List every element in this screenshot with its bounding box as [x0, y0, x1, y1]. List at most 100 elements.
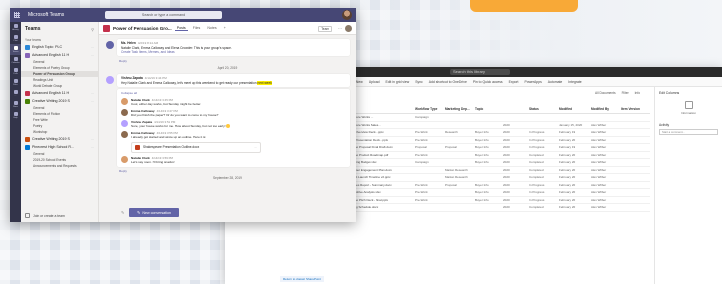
tab-files[interactable]: Files — [191, 26, 203, 30]
channel-item[interactable]: Announcements and Requests — [21, 163, 98, 169]
tab-posts[interactable]: Posts — [174, 26, 188, 31]
column-header[interactable]: Workflow Type — [415, 107, 445, 111]
rail-item[interactable]: Store — [10, 99, 21, 110]
thread-reply: Vishnu Zapata 4/14/19 3:51 PM Sure, your … — [121, 118, 346, 129]
team-more-icon[interactable]: ··· — [91, 45, 94, 49]
table-row[interactable]: Competitive Analysis.xlsx Pre-Work Buyer I… — [345, 189, 650, 197]
team-more-icon[interactable]: ··· — [91, 99, 94, 103]
sidebar-header: Teams ⚲ — [21, 22, 98, 35]
app-launcher-icon[interactable] — [14, 12, 20, 18]
table-cell: February 20 — [559, 205, 576, 210]
message-time: 4/2/19 8:14 AM — [137, 41, 159, 45]
message-text: Sure, your house works for me. How about… — [131, 124, 346, 128]
team-item[interactable]: Creative Writing 2019 S ··· — [21, 135, 98, 143]
table-cell: February 20 — [559, 182, 576, 187]
table-row[interactable]: Adventure Works ... Campaign — [345, 114, 650, 122]
table-cell: Proposal — [445, 145, 457, 150]
rail-item[interactable]: Calendar — [10, 55, 21, 66]
command-button[interactable]: Add shortcut to OneDrive — [429, 80, 467, 84]
team-more-icon[interactable]: ··· — [91, 91, 94, 95]
command-button[interactable]: Integrate — [568, 80, 581, 84]
your-teams-label: Your teams — [25, 38, 42, 42]
team-more-icon[interactable]: ··· — [91, 137, 94, 141]
table-row[interactable]: Contoso Proposal Final Draft.docx Proposa… — [345, 144, 650, 152]
rail-item[interactable]: Help — [10, 110, 21, 121]
table-row[interactable]: Contoso Pitch Deck - final.pptx Pre-Work B… — [345, 197, 650, 204]
command-button[interactable]: Automate — [548, 80, 563, 84]
table-cell: 2020 — [503, 205, 510, 210]
message-text: Hey Natalie Clark and Emma Calloway, let… — [121, 80, 346, 85]
compose-icon[interactable]: ✎ — [121, 210, 124, 215]
file-attachment[interactable]: Shakespeare Presentation Outline.docx ..… — [131, 141, 261, 153]
rail-item[interactable]: Activity — [10, 22, 21, 33]
team-item[interactable]: Creative Writing 2019 S ··· — [21, 97, 98, 105]
table-cell: Pre-Work — [415, 130, 428, 135]
command-button[interactable]: Edit in grid view — [385, 80, 409, 84]
table-cell: 2020 — [503, 152, 510, 157]
table-row[interactable]: Customer Engagement Plan.docx Market Rese… — [345, 167, 650, 174]
team-more-icon[interactable]: ··· — [91, 145, 94, 149]
view-option[interactable]: All Documents — [595, 91, 616, 95]
table-row[interactable]: Training Schedule.docx 2020 Completed Febru… — [345, 204, 650, 212]
table-row[interactable]: Marketing Budget.xlsx Campaign Buyer Info 2… — [345, 159, 650, 167]
add-tab-button[interactable]: + — [222, 26, 228, 30]
sharepoint-search-input[interactable]: Search this library — [450, 69, 510, 75]
table-cell: 2020 — [503, 137, 510, 142]
message-author: Vishnu Zapata — [121, 76, 143, 80]
rail-item[interactable]: Chat — [10, 33, 21, 44]
command-button[interactable]: Upload — [369, 80, 380, 84]
tab-notes[interactable]: Notes — [205, 26, 218, 30]
column-header[interactable]: Item Version — [621, 107, 646, 111]
table-cell: Alex Wilber — [591, 182, 607, 187]
team-more-icon[interactable]: ··· — [91, 53, 94, 57]
rail-item[interactable]: Calls — [10, 66, 21, 77]
message-time: 4/14/19 3:45 PM — [151, 97, 173, 102]
more-options-icon[interactable]: ⋯ — [338, 26, 342, 31]
team-item[interactable]: Pinecrest High School R... ··· — [21, 143, 98, 151]
file-more-icon[interactable]: ... — [254, 145, 257, 149]
column-header[interactable]: Modified — [559, 107, 591, 111]
table-row[interactable]: Sales Presentation Deck...pptx Pre-Work Bu… — [345, 137, 650, 144]
command-button[interactable]: Pin to Quick access — [473, 80, 503, 84]
filter-icon[interactable]: ⚲ — [91, 27, 94, 32]
table-cell: Alex Wilber — [591, 175, 607, 180]
table-row[interactable]: Adventure Works Sales... 2020 January 15, … — [345, 122, 650, 129]
team-item[interactable]: Advanced English 11 H ··· — [21, 89, 98, 97]
column-header[interactable]: Marketing Dep... — [445, 107, 475, 111]
message-link[interactable]: Create Task Items, Memes, and Ideas — [121, 50, 346, 54]
user-avatar[interactable] — [342, 10, 352, 20]
column-header[interactable]: Status — [529, 107, 559, 111]
table-row[interactable]: Sales Overview Deck...pptx Pre-Work Resear… — [345, 129, 650, 137]
command-button[interactable]: Sync — [415, 80, 423, 84]
view-option[interactable]: Info — [635, 91, 640, 95]
rail-item[interactable]: Teams — [10, 44, 21, 55]
view-option[interactable]: Filter — [622, 91, 629, 95]
table-cell: Buyer Info — [475, 137, 489, 142]
table-row[interactable]: Product Launch Timeline v2.pptx Market Re… — [345, 174, 650, 182]
rail-item[interactable]: Files — [10, 77, 21, 88]
column-header[interactable]: Modified By — [591, 107, 621, 111]
classic-sharepoint-link[interactable]: Return to classic SharePoint — [280, 276, 324, 282]
join-team-link[interactable]: Join or create a team — [25, 213, 65, 218]
team-logo — [25, 98, 30, 104]
date-separator: April 20, 2019 — [217, 66, 238, 70]
table-cell: February 20 — [559, 167, 576, 172]
new-conversation-button[interactable]: ✎ New conversation — [129, 208, 179, 217]
table-row[interactable]: Q1 Sales Report - Summary.docx Pre-Work Pr… — [345, 182, 650, 189]
command-button[interactable]: Export — [509, 80, 519, 84]
thread-reply: Natalie Clark 4/14/19 3:45 PM Cool, eithe… — [121, 96, 346, 107]
channel-avatar[interactable] — [345, 25, 352, 32]
team-item[interactable]: Advanced English 11 H ··· — [21, 51, 98, 59]
rail-item[interactable]: ... — [10, 88, 21, 99]
table-header: NameWorkflow TypeMarketing Dep...TopicSt… — [345, 105, 650, 114]
rail-label: Teams — [12, 50, 19, 53]
comment-input[interactable]: Start a comment... — [659, 129, 718, 135]
teams-search-input[interactable]: Search or type a command — [105, 11, 222, 19]
table-row[interactable]: Contoso Product Roadmap.pdf Pre-Work Buyer… — [345, 152, 650, 159]
team-item[interactable]: English Topic: PLC ··· — [21, 43, 98, 51]
table-cell: Pre-Work — [415, 182, 428, 187]
team-button[interactable]: Team — [318, 26, 332, 32]
command-button[interactable]: PowerApps — [524, 80, 541, 84]
channel-header: Power of Persuasion Gro... Posts Files N… — [99, 22, 356, 35]
column-header[interactable]: Topic — [475, 107, 503, 111]
